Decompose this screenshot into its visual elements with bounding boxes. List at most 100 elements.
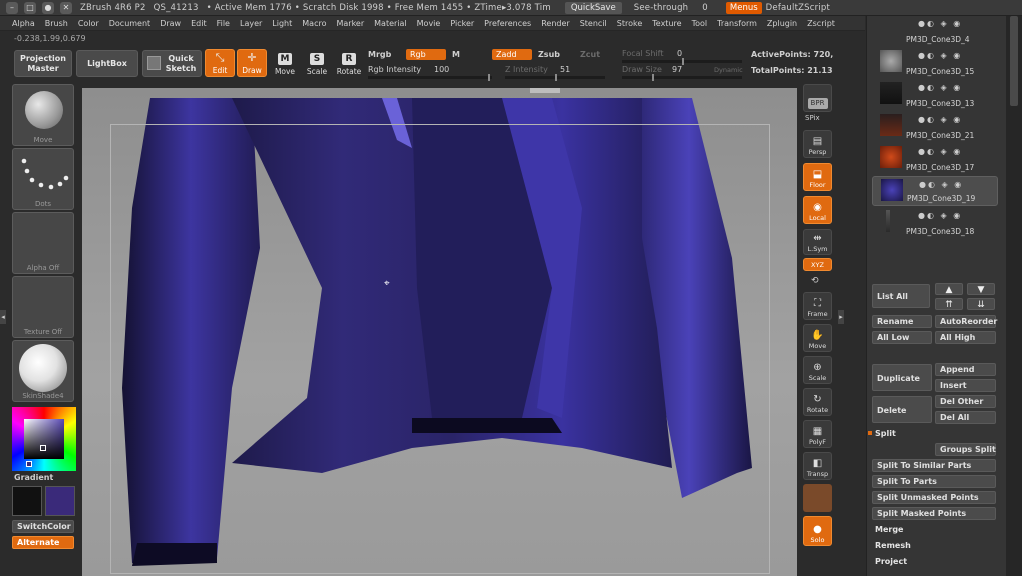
list-all-button[interactable]: List All xyxy=(872,284,930,308)
m-button[interactable]: M xyxy=(452,50,460,59)
focal-shift-slider[interactable] xyxy=(622,58,742,65)
subtool-visibility-icon[interactable]: ●◐ ◈ ◉ xyxy=(918,19,962,28)
subtool-row[interactable]: ●◐ ◈ ◉ PM3D_Cone3D_17 xyxy=(872,144,998,174)
rotation-axis-icon[interactable]: ⟲ xyxy=(811,276,819,286)
mrgb-button[interactable]: Mrgb xyxy=(368,50,391,59)
all-low-button[interactable]: All Low xyxy=(872,331,932,344)
rgb-button[interactable]: Rgb xyxy=(406,49,446,60)
frame-button[interactable]: ⛶ Frame xyxy=(803,292,832,320)
groups-split-button[interactable]: Groups Split xyxy=(935,443,996,456)
menu-preferences[interactable]: Preferences xyxy=(484,19,531,28)
document-canvas[interactable]: ⌖ xyxy=(82,88,797,576)
zcut-button[interactable]: Zcut xyxy=(580,50,600,59)
persp-button[interactable]: ▤ Persp xyxy=(803,130,832,158)
ghost-button[interactable] xyxy=(803,484,832,512)
move-mode-button[interactable]: M Move xyxy=(270,49,300,77)
split-to-similar-parts-button[interactable]: Split To Similar Parts xyxy=(872,459,996,472)
move-up-fast-icon[interactable]: ⇈ xyxy=(935,298,963,310)
material-selector[interactable]: SkinShade4 xyxy=(12,340,74,402)
subtool-row[interactable]: ●◐ ◈ ◉ PM3D_Cone3D_18 xyxy=(872,208,998,238)
menu-zscript[interactable]: Zscript xyxy=(807,19,835,28)
all-high-button[interactable]: All High xyxy=(935,331,996,344)
menu-render[interactable]: Render xyxy=(541,19,569,28)
del-all-button[interactable]: Del All xyxy=(935,411,996,424)
auto-reorder-button[interactable]: AutoReorder xyxy=(935,315,997,328)
merge-section-title[interactable]: Merge xyxy=(875,525,903,534)
zadd-button[interactable]: Zadd xyxy=(492,49,532,60)
z-intensity-slider[interactable] xyxy=(505,74,605,81)
rotate-view-button[interactable]: ↻ Rotate xyxy=(803,388,832,416)
rename-button[interactable]: Rename xyxy=(872,315,932,328)
close-icon[interactable]: ✕ xyxy=(60,1,72,14)
subtool-visibility-icon[interactable]: ●◐ ◈ ◉ xyxy=(918,115,962,124)
menu-macro[interactable]: Macro xyxy=(302,19,326,28)
bpr-button[interactable]: BPR xyxy=(803,84,832,112)
edit-mode-button[interactable]: ⤡ Edit xyxy=(205,49,235,77)
scale-mode-button[interactable]: S Scale xyxy=(302,49,332,77)
restore-icon[interactable]: □ xyxy=(24,1,36,14)
brush-selector[interactable]: Move xyxy=(12,84,74,146)
menu-light[interactable]: Light xyxy=(272,19,292,28)
menu-zplugin[interactable]: Zplugin xyxy=(767,19,797,28)
transp-button[interactable]: ◧ Transp xyxy=(803,452,832,480)
menu-stencil[interactable]: Stencil xyxy=(580,19,607,28)
move-up-icon[interactable]: ▲ xyxy=(935,283,963,295)
split-unmasked-points-button[interactable]: Split Unmasked Points xyxy=(872,491,996,504)
subtool-visibility-icon[interactable]: ●◐ ◈ ◉ xyxy=(918,211,962,220)
projection-master-button[interactable]: Projection Master xyxy=(14,50,72,77)
polyf-button[interactable]: ▦ PolyF xyxy=(803,420,832,448)
remesh-section-title[interactable]: Remesh xyxy=(875,541,911,550)
quicksave-button[interactable]: QuickSave xyxy=(564,1,622,14)
del-other-button[interactable]: Del Other xyxy=(935,395,996,408)
subtool-row[interactable]: ●◐ ◈ ◉ PM3D_Cone3D_13 xyxy=(872,80,998,110)
gradient-label[interactable]: Gradient xyxy=(14,473,53,482)
menu-edit[interactable]: Edit xyxy=(191,19,207,28)
menu-tool[interactable]: Tool xyxy=(692,19,708,28)
insert-button[interactable]: Insert xyxy=(935,379,996,392)
settings-icon[interactable]: ● xyxy=(42,1,54,14)
move-down-fast-icon[interactable]: ⇊ xyxy=(967,298,995,310)
subtool-row[interactable]: ●◐ ◈ ◉ PM3D_Cone3D_4 xyxy=(872,16,998,46)
color-picker[interactable] xyxy=(12,407,76,471)
texture-selector[interactable]: Texture Off xyxy=(12,276,74,338)
default-zscript[interactable]: DefaultZScript xyxy=(766,3,830,13)
left-tray-toggle-icon[interactable]: ◂ xyxy=(0,310,6,324)
subtool-visibility-icon[interactable]: ●◐ ◈ ◉ xyxy=(918,51,962,60)
scrollbar-thumb[interactable] xyxy=(1010,16,1018,106)
menus-button[interactable]: Menus xyxy=(725,1,762,14)
menu-color[interactable]: Color xyxy=(78,19,99,28)
menu-texture[interactable]: Texture xyxy=(652,19,681,28)
dynamic-button[interactable]: Dynamic xyxy=(714,66,743,74)
primary-color-swatch[interactable] xyxy=(12,486,42,516)
solo-button[interactable]: ● Solo xyxy=(803,516,832,546)
split-to-parts-button[interactable]: Split To Parts xyxy=(872,475,996,488)
local-button[interactable]: ◉ Local xyxy=(803,196,832,224)
zsub-button[interactable]: Zsub xyxy=(538,50,560,59)
menu-brush[interactable]: Brush xyxy=(45,19,68,28)
subtool-row[interactable]: ●◐ ◈ ◉ PM3D_Cone3D_15 xyxy=(872,48,998,78)
move-down-icon[interactable]: ▼ xyxy=(967,283,995,295)
menu-movie[interactable]: Movie xyxy=(417,19,441,28)
alternate-button[interactable]: Alternate xyxy=(12,536,74,549)
menu-document[interactable]: Document xyxy=(109,19,150,28)
right-tray-toggle-icon[interactable]: ▸ xyxy=(838,310,844,324)
subtool-row[interactable]: ●◐ ◈ ◉ PM3D_Cone3D_21 xyxy=(872,112,998,142)
color-picker-square[interactable] xyxy=(24,419,64,459)
menu-picker[interactable]: Picker xyxy=(450,19,474,28)
menu-alpha[interactable]: Alpha xyxy=(12,19,35,28)
secondary-color-swatch[interactable] xyxy=(45,486,75,516)
duplicate-button[interactable]: Duplicate xyxy=(872,364,932,391)
spix-label[interactable]: SPix xyxy=(805,114,820,122)
stroke-selector[interactable]: Dots xyxy=(12,148,74,210)
rotate-mode-button[interactable]: R Rotate xyxy=(334,49,364,77)
menu-transform[interactable]: Transform xyxy=(717,19,757,28)
subtool-visibility-icon[interactable]: ●◐ ◈ ◉ xyxy=(918,83,962,92)
draw-mode-button[interactable]: ✛ Draw xyxy=(237,49,267,77)
split-masked-points-button[interactable]: Split Masked Points xyxy=(872,507,996,520)
split-section-title[interactable]: Split xyxy=(875,429,896,438)
menu-stroke[interactable]: Stroke xyxy=(617,19,643,28)
append-button[interactable]: Append xyxy=(935,363,996,376)
lsym-button[interactable]: ⇹ L.Sym xyxy=(803,229,832,255)
move-view-button[interactable]: ✋ Move xyxy=(803,324,832,352)
subtool-visibility-icon[interactable]: ●◐ ◈ ◉ xyxy=(918,147,962,156)
